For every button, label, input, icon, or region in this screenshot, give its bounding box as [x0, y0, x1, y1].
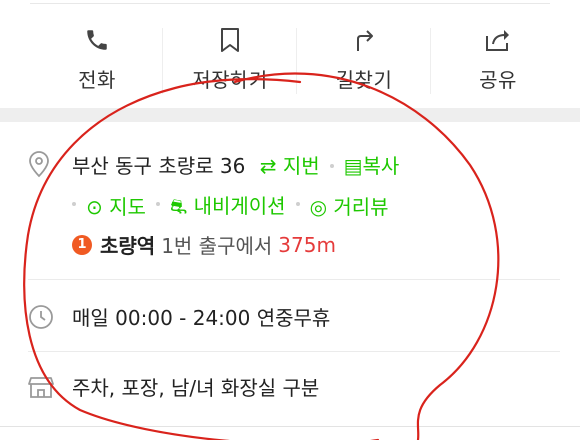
map-label: 지도: [109, 195, 146, 219]
save-button[interactable]: 저장하기: [163, 0, 297, 108]
navigation-label: 내비게이션: [193, 194, 286, 218]
map-link[interactable]: ⊙ 지도: [86, 191, 146, 220]
directions-icon: [352, 26, 376, 54]
separator-dot: [295, 202, 300, 206]
clock-icon: [28, 304, 54, 334]
swap-icon: ⇄: [259, 154, 277, 178]
street-view-label: 거리뷰: [333, 195, 389, 219]
address-line: 부산 동구 초량로 36 ⇄ 지번 ▤복사: [72, 150, 399, 179]
share-label: 공유: [479, 68, 517, 92]
business-hours: 매일 00:00 - 24:00 연중무휴: [72, 306, 331, 330]
map-pin-icon: ⊙: [86, 195, 103, 219]
place-info-card: 부산 동구 초량로 36 ⇄ 지번 ▤복사 ⊙ 지도 ⛐ 내비게이션 ◎ 거리뷰 …: [0, 122, 580, 440]
bookmark-icon: [219, 26, 241, 54]
save-label: 저장하기: [192, 68, 268, 92]
share-button[interactable]: 공유: [431, 0, 565, 108]
street-view-link[interactable]: ◎ 거리뷰: [310, 191, 389, 220]
call-button[interactable]: 전화: [30, 0, 164, 108]
store-icon: [28, 374, 54, 404]
bottom-divider: [0, 426, 580, 427]
address-text: 부산 동구 초량로 36: [72, 154, 246, 178]
call-label: 전화: [78, 68, 116, 92]
directions-label: 길찾기: [335, 68, 393, 92]
subway-line-badge: 1: [72, 234, 92, 255]
copy-label: 복사: [362, 154, 400, 178]
location-pin-icon: [28, 150, 50, 182]
directions-button[interactable]: 길찾기: [297, 0, 431, 108]
map-links: ⊙ 지도 ⛐ 내비게이션 ◎ 거리뷰: [72, 190, 389, 221]
facilities-info: 주차, 포장, 남/녀 화장실 구분: [72, 376, 320, 400]
station-exit: 1번 출구에서: [161, 234, 273, 258]
divider: [28, 351, 560, 352]
subway-info: 1 초량역 1번 출구에서 375m: [72, 230, 336, 259]
share-icon: [484, 26, 512, 54]
copy-icon: ▤: [343, 154, 363, 178]
action-bar: 전화 저장하기 길찾기 공유: [0, 0, 580, 108]
car-icon: ⛐: [169, 194, 188, 218]
station-distance: 375m: [278, 232, 336, 257]
separator-dot: [72, 202, 76, 206]
copy-address-button[interactable]: ▤복사: [344, 154, 400, 178]
lot-address-toggle[interactable]: ⇄ 지번: [260, 154, 320, 178]
station-name: 초량역: [100, 234, 156, 258]
street-view-icon: ◎: [309, 195, 328, 219]
navigation-link[interactable]: ⛐ 내비게이션: [170, 190, 286, 221]
divider: [28, 279, 560, 280]
phone-icon: [84, 26, 110, 54]
separator-dot: [329, 164, 334, 168]
lot-address-label: 지번: [282, 154, 320, 178]
separator-dot: [155, 202, 160, 206]
